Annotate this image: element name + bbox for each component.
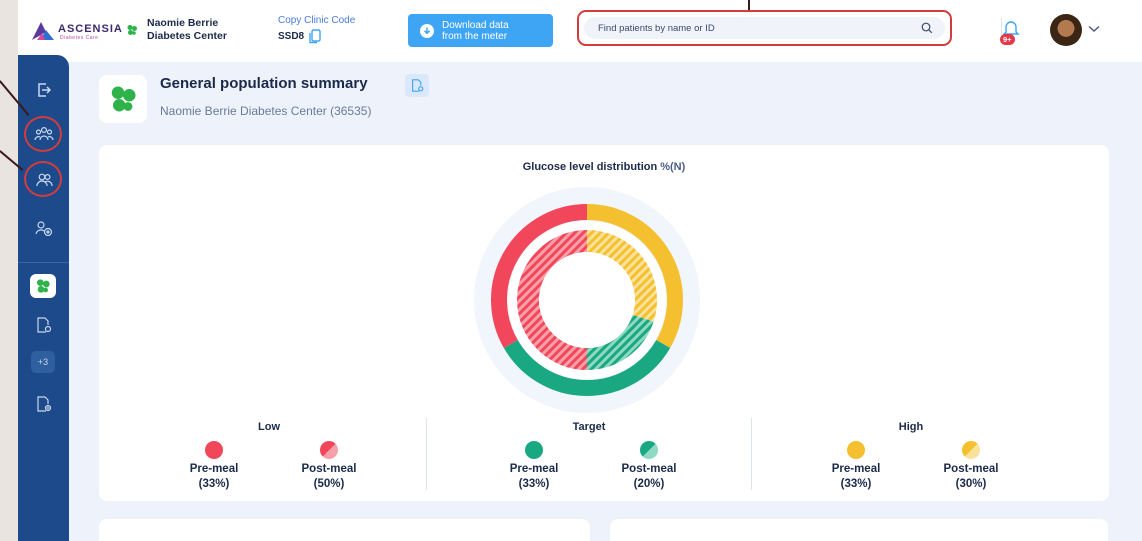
annotation-ring bbox=[24, 116, 62, 152]
high-postmeal-dot bbox=[962, 441, 980, 459]
copy-code-label: Copy Clinic Code bbox=[278, 15, 356, 26]
sidebar-item-report-add[interactable] bbox=[28, 389, 59, 419]
add-patient-icon bbox=[34, 221, 52, 236]
report-settings-icon bbox=[411, 79, 423, 92]
high-premeal-dot bbox=[847, 441, 865, 459]
copy-icon[interactable] bbox=[309, 29, 321, 44]
clinic-name-line2: Diabetes Center bbox=[147, 30, 227, 42]
bottom-card-right bbox=[610, 519, 1108, 541]
legend-percent: (20%) bbox=[633, 478, 665, 490]
glucose-distribution-card: Glucose level distribution %(N) Low Pre-… bbox=[99, 145, 1109, 501]
report-settings-icon bbox=[36, 317, 51, 333]
sidebar-more-count[interactable]: +3 bbox=[31, 351, 55, 373]
target-premeal-dot bbox=[525, 441, 543, 459]
exit-icon bbox=[37, 83, 51, 97]
search-box[interactable] bbox=[584, 17, 945, 39]
legend-label: Pre-meal bbox=[509, 463, 559, 475]
target-postmeal-dot bbox=[640, 441, 658, 459]
sidebar-item-clinic[interactable] bbox=[30, 274, 56, 298]
search-icon[interactable] bbox=[921, 22, 933, 34]
glucose-donut-chart bbox=[474, 187, 700, 413]
legend-item: Post-meal (30%) bbox=[916, 441, 1026, 491]
legend-item: Pre-meal (33%) bbox=[159, 441, 269, 491]
notification-badge: 9+ bbox=[1000, 34, 1015, 45]
bottom-card-left bbox=[99, 519, 590, 541]
legend-label: Post-meal bbox=[301, 463, 357, 475]
legend-item: Post-meal (20%) bbox=[594, 441, 704, 491]
legend-item: Pre-meal (33%) bbox=[801, 441, 911, 491]
legend-item: Post-meal (50%) bbox=[274, 441, 384, 491]
clinic-clover-icon bbox=[37, 279, 50, 293]
chevron-down-icon[interactable] bbox=[1088, 25, 1100, 33]
sidebar-item-add-patient[interactable] bbox=[28, 213, 59, 243]
main-content: General population summary Naomie Berrie… bbox=[69, 62, 1142, 541]
legend-divider bbox=[426, 418, 427, 490]
chart-title-text: Glucose level distribution bbox=[522, 161, 658, 173]
annotation-ring bbox=[24, 161, 62, 197]
page-title: General population summary bbox=[160, 75, 368, 92]
legend-percent: (30%) bbox=[955, 478, 987, 490]
ascensia-mark-icon bbox=[32, 21, 54, 40]
summary-logo bbox=[99, 75, 147, 123]
search-annotation-ring bbox=[577, 10, 952, 46]
legend-item: Pre-meal (33%) bbox=[479, 441, 589, 491]
legend-group-title: High bbox=[898, 421, 924, 433]
clinic-selector[interactable]: Naomie Berrie Diabetes Center bbox=[126, 17, 227, 43]
download-data-button[interactable]: Download data from the meter bbox=[408, 14, 553, 47]
legend-percent: (33%) bbox=[518, 478, 550, 490]
clover-icon bbox=[111, 86, 136, 112]
low-premeal-dot bbox=[205, 441, 223, 459]
legend-group-title: Low bbox=[258, 421, 280, 433]
legend-percent: (33%) bbox=[198, 478, 230, 490]
legend-label: Pre-meal bbox=[189, 463, 239, 475]
legend-group-low: Low Pre-meal (33%) Post-meal (50%) bbox=[159, 421, 379, 493]
brand-name: ASCENSIA bbox=[58, 23, 123, 35]
avatar[interactable] bbox=[1050, 14, 1082, 46]
legend-group-high: High Pre-meal (33%) Post-meal (30%) bbox=[801, 421, 1021, 493]
download-label: Download data from the meter bbox=[442, 19, 509, 42]
sidebar-item-exit[interactable] bbox=[28, 75, 59, 105]
page-subtitle: Naomie Berrie Diabetes Center (36535) bbox=[160, 104, 372, 118]
clinic-code: SSD8 bbox=[278, 31, 305, 42]
legend-group-target: Target Pre-meal (33%) Post-meal (20%) bbox=[479, 421, 699, 493]
report-button[interactable] bbox=[405, 74, 429, 97]
clinic-name-line1: Naomie Berrie bbox=[147, 17, 219, 29]
brand-subtitle: Diabetes Care bbox=[60, 35, 99, 41]
legend-percent: (50%) bbox=[313, 478, 345, 490]
download-icon bbox=[420, 23, 434, 38]
legend-label: Post-meal bbox=[621, 463, 677, 475]
legend-divider bbox=[751, 418, 752, 490]
legend-label: Post-meal bbox=[943, 463, 999, 475]
chart-unit: %(N) bbox=[660, 161, 686, 173]
sidebar-item-report-settings[interactable] bbox=[28, 310, 59, 340]
ascensia-logo[interactable]: ASCENSIA Diabetes Care bbox=[32, 20, 123, 41]
annotation-line bbox=[748, 0, 750, 10]
legend-label: Pre-meal bbox=[831, 463, 881, 475]
low-postmeal-dot bbox=[320, 441, 338, 459]
donut-hole bbox=[539, 252, 635, 348]
chart-title: Glucose level distribution %(N) bbox=[99, 161, 1109, 173]
legend-group-title: Target bbox=[572, 421, 606, 433]
copy-clinic-code: Copy Clinic Code SSD8 bbox=[278, 15, 355, 44]
clinic-clover-icon bbox=[127, 25, 137, 35]
report-add-icon bbox=[36, 396, 51, 412]
sidebar-divider bbox=[18, 262, 69, 263]
search-input[interactable] bbox=[598, 22, 921, 34]
legend-percent: (33%) bbox=[840, 478, 872, 490]
